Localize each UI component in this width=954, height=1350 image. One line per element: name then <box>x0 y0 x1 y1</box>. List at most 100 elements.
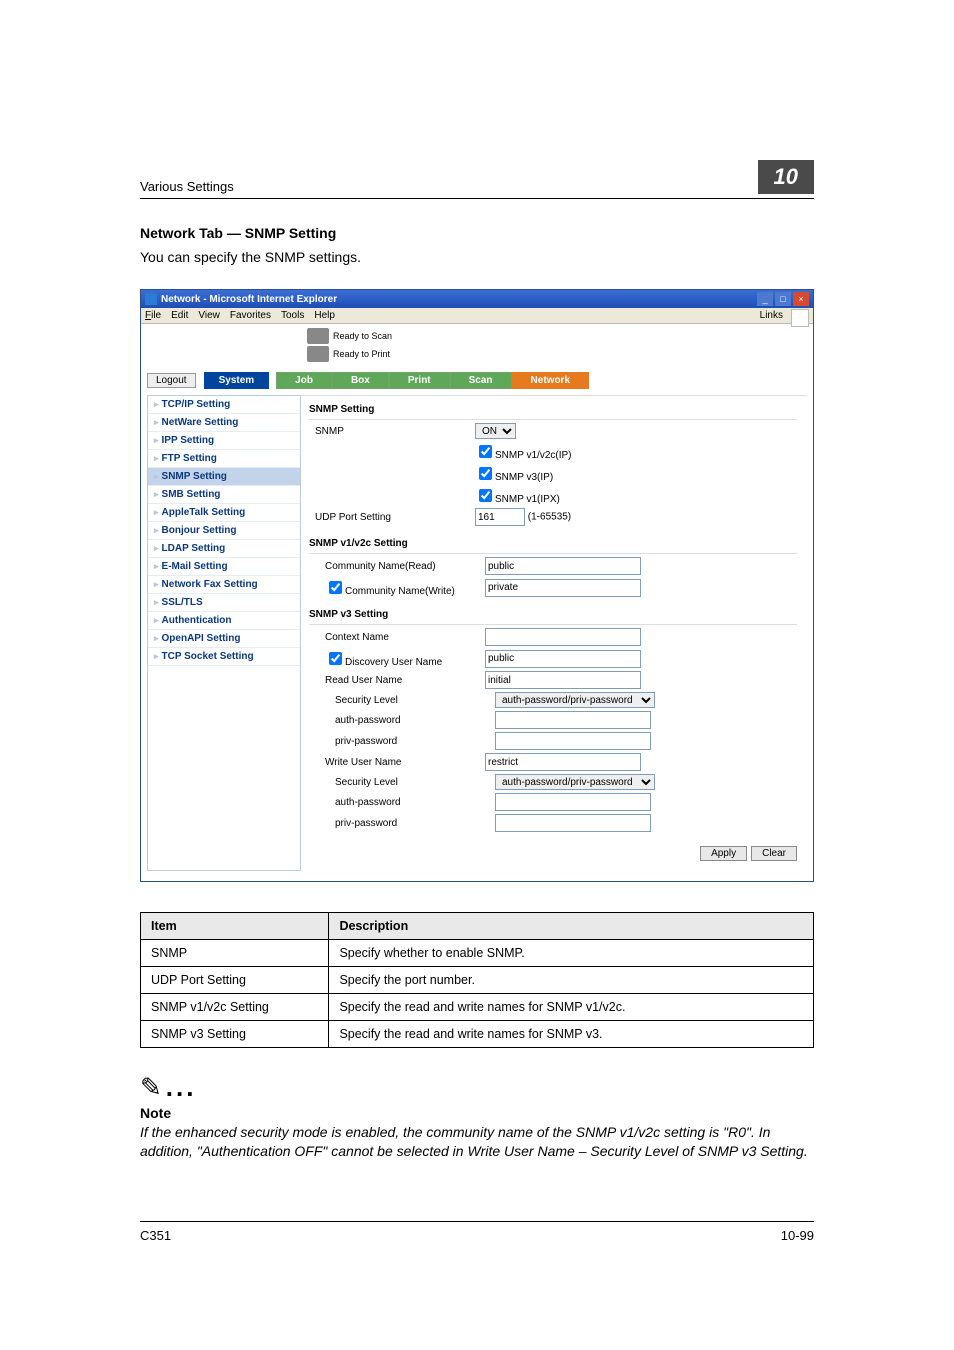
tab-scan[interactable]: Scan <box>450 372 512 389</box>
scanner-icon <box>307 328 329 344</box>
table-row: SNMP v3 SettingSpecify the read and writ… <box>141 1021 814 1048</box>
snmp-v1-ipx-check[interactable]: SNMP v1(IPX) <box>475 494 560 505</box>
maximize-icon[interactable]: □ <box>775 292 791 306</box>
sidebar-item-network-fax-setting[interactable]: Network Fax Setting <box>148 576 300 594</box>
tab-box[interactable]: Box <box>332 372 389 389</box>
snmp-select[interactable]: ON <box>475 423 516 439</box>
ie-menubar: File Edit View Favorites Tools Help Link… <box>141 308 813 324</box>
sidebar-item-appletalk-setting[interactable]: AppleTalk Setting <box>148 504 300 522</box>
sidebar-item-tcp-ip-setting[interactable]: TCP/IP Setting <box>148 396 300 414</box>
sidebar-item-bonjour-setting[interactable]: Bonjour Setting <box>148 522 300 540</box>
menu-help[interactable]: Help <box>314 310 335 321</box>
snmp-v3-ip-check[interactable]: SNMP v3(IP) <box>475 472 553 483</box>
table-cell-desc: Specify the port number. <box>329 967 814 994</box>
context-name-label: Context Name <box>309 632 485 643</box>
tab-network[interactable]: Network <box>512 372 589 389</box>
page-footer: C351 10-99 <box>140 1221 814 1243</box>
udp-range: (1-65535) <box>528 512 571 523</box>
snmp-v1v2c-ip-check[interactable]: SNMP v1/v2c(IP) <box>475 450 572 461</box>
sidebar-item-ssl-tls[interactable]: SSL/TLS <box>148 594 300 612</box>
sidebar-item-netware-setting[interactable]: NetWare Setting <box>148 414 300 432</box>
sidebar-item-ldap-setting[interactable]: LDAP Setting <box>148 540 300 558</box>
write-authpw-input[interactable] <box>495 793 651 811</box>
sidebar-item-e-mail-setting[interactable]: E-Mail Setting <box>148 558 300 576</box>
udp-port-label: UDP Port Setting <box>309 512 475 523</box>
menu-view[interactable]: View <box>198 310 220 321</box>
read-authpw-label: auth-password <box>309 715 495 726</box>
sidebar-item-snmp-setting[interactable]: SNMP Setting <box>148 468 300 486</box>
read-user-label: Read User Name <box>309 675 485 686</box>
status-scan: Ready to Scan <box>333 331 392 341</box>
community-write-label: Community Name(Write) <box>345 586 455 597</box>
sidebar-item-smb-setting[interactable]: SMB Setting <box>148 486 300 504</box>
write-user-label: Write User Name <box>309 757 485 768</box>
sidebar-item-ftp-setting[interactable]: FTP Setting <box>148 450 300 468</box>
write-security-level-select[interactable]: auth-password/priv-password <box>495 774 655 790</box>
menu-edit[interactable]: Edit <box>171 310 188 321</box>
menu-favorites[interactable]: Favorites <box>230 310 271 321</box>
read-user-input[interactable] <box>485 671 641 689</box>
context-name-input[interactable] <box>485 628 641 646</box>
read-privpw-label: priv-password <box>309 736 495 747</box>
community-read-input[interactable] <box>485 557 641 575</box>
menu-tools[interactable]: Tools <box>281 310 304 321</box>
discovery-user-input[interactable] <box>485 650 641 668</box>
community-write-input[interactable] <box>485 579 641 597</box>
device-status: Ready to Scan Ready to Print <box>307 328 807 362</box>
footer-left: C351 <box>140 1228 171 1243</box>
write-privpw-label: priv-password <box>309 818 495 829</box>
community-write-check[interactable] <box>329 581 342 594</box>
read-security-level-select[interactable]: auth-password/priv-password <box>495 692 655 708</box>
tab-job[interactable]: Job <box>276 372 332 389</box>
read-authpw-input[interactable] <box>495 711 651 729</box>
ie-app-icon <box>145 293 157 305</box>
footer-right: 10-99 <box>781 1228 814 1243</box>
close-icon[interactable]: × <box>793 292 809 306</box>
read-security-level-label: Security Level <box>309 695 495 706</box>
table-row: SNMP v1/v2c SettingSpecify the read and … <box>141 994 814 1021</box>
form-area: SNMP Setting SNMP ON SNMP v1/v2c(IP) SNM… <box>301 395 807 871</box>
main-tabs-row: Logout System Job Box Print Scan Network <box>147 372 807 389</box>
form-heading-snmp: SNMP Setting <box>309 400 797 420</box>
write-authpw-label: auth-password <box>309 797 495 808</box>
write-user-input[interactable] <box>485 753 641 771</box>
menu-file[interactable]: File <box>145 310 161 321</box>
tab-system[interactable]: System <box>204 372 270 389</box>
sidebar: TCP/IP SettingNetWare SettingIPP Setting… <box>147 395 301 871</box>
links-label[interactable]: Links <box>760 310 783 321</box>
table-row: UDP Port SettingSpecify the port number. <box>141 967 814 994</box>
printer-icon <box>307 346 329 362</box>
discovery-user-label: Discovery User Name <box>345 657 442 668</box>
status-print: Ready to Print <box>333 349 390 359</box>
minimize-icon[interactable]: _ <box>757 292 773 306</box>
table-cell-desc: Specify the read and write names for SNM… <box>329 994 814 1021</box>
note-body: If the enhanced security mode is enabled… <box>140 1123 814 1161</box>
table-cell-item: SNMP v1/v2c Setting <box>141 994 329 1021</box>
write-privpw-input[interactable] <box>495 814 651 832</box>
note-heading: Note <box>140 1105 814 1121</box>
description-table: Item Description SNMPSpecify whether to … <box>140 912 814 1048</box>
sidebar-item-tcp-socket-setting[interactable]: TCP Socket Setting <box>148 648 300 666</box>
table-cell-item: SNMP v3 Setting <box>141 1021 329 1048</box>
sidebar-item-ipp-setting[interactable]: IPP Setting <box>148 432 300 450</box>
read-privpw-input[interactable] <box>495 732 651 750</box>
note-icon: ✎... <box>140 1072 814 1103</box>
table-cell-desc: Specify the read and write names for SNM… <box>329 1021 814 1048</box>
table-cell-desc: Specify whether to enable SNMP. <box>329 940 814 967</box>
section-intro: You can specify the SNMP settings. <box>140 249 814 265</box>
clear-button[interactable]: Clear <box>751 846 797 861</box>
discovery-user-label-wrap: Discovery User Name <box>309 649 485 668</box>
discovery-user-check[interactable] <box>329 652 342 665</box>
write-security-level-label: Security Level <box>309 777 495 788</box>
community-read-label: Community Name(Read) <box>309 561 485 572</box>
apply-button[interactable]: Apply <box>700 846 747 861</box>
sidebar-item-authentication[interactable]: Authentication <box>148 612 300 630</box>
table-head-item: Item <box>141 913 329 940</box>
table-head-desc: Description <box>329 913 814 940</box>
chapter-badge: 10 <box>758 160 814 194</box>
logout-button[interactable]: Logout <box>147 373 196 388</box>
udp-port-input[interactable] <box>475 508 525 526</box>
table-row: SNMPSpecify whether to enable SNMP. <box>141 940 814 967</box>
tab-print[interactable]: Print <box>389 372 450 389</box>
sidebar-item-openapi-setting[interactable]: OpenAPI Setting <box>148 630 300 648</box>
